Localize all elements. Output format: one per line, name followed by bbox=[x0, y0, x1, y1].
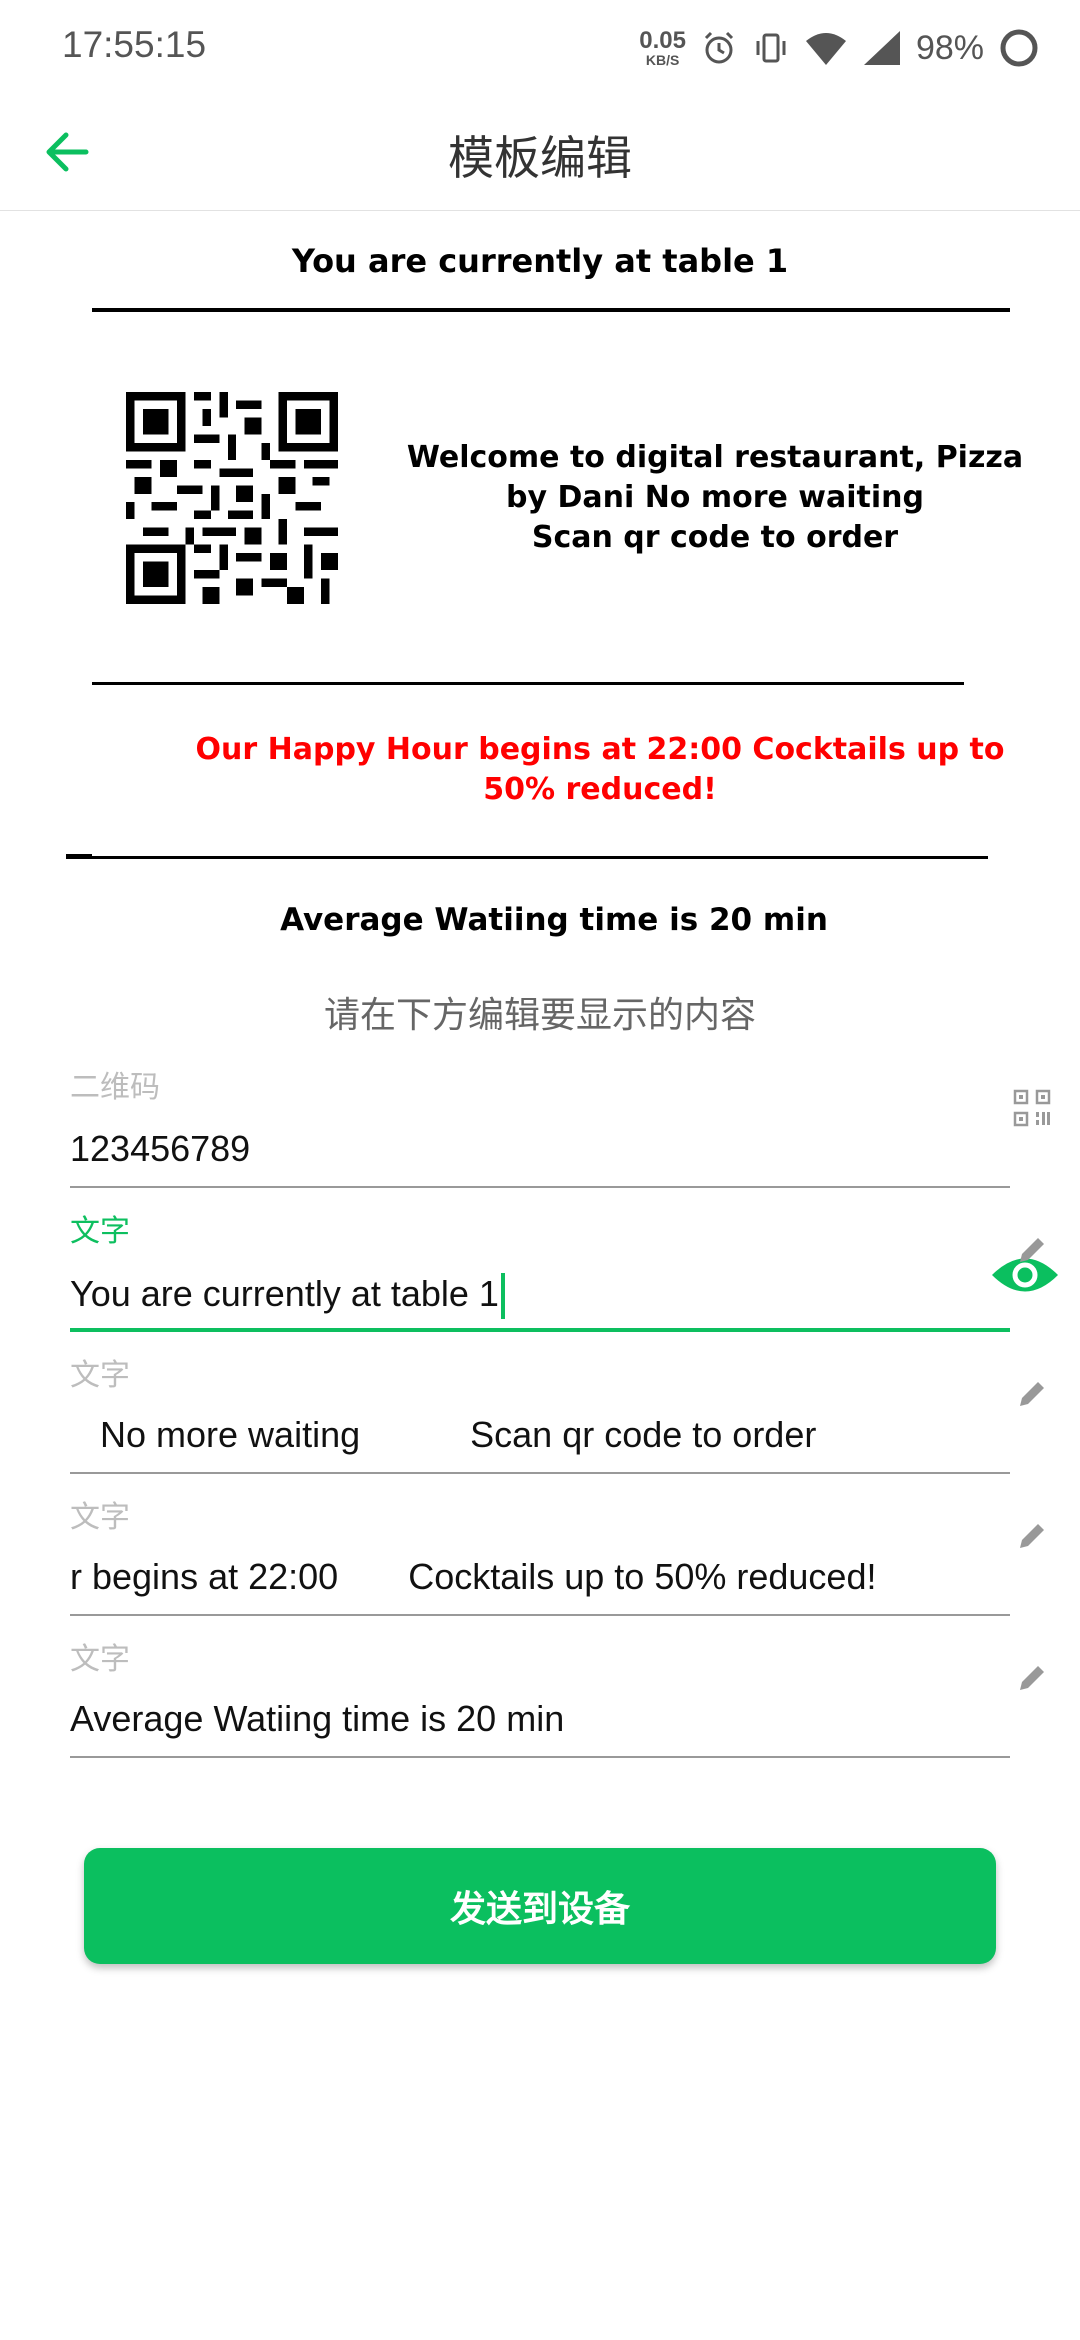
divider-mark bbox=[66, 854, 92, 859]
field-input[interactable]: No more waiting Scan qr code to order bbox=[70, 1414, 970, 1456]
net-speed-unit: KB/S bbox=[645, 52, 680, 68]
alarm-icon bbox=[704, 31, 733, 64]
battery-percent: 98% bbox=[915, 28, 984, 67]
divider bbox=[92, 308, 1010, 312]
net-speed: 0.05 KB/S bbox=[639, 27, 686, 68]
qr-code-image bbox=[126, 392, 338, 604]
field-label: 文字 bbox=[70, 1642, 130, 1677]
text-cursor bbox=[500, 1273, 505, 1320]
preview-welcome-line1: Welcome to digital restaurant, Pizza bbox=[406, 440, 1024, 475]
field-label: 文字 bbox=[70, 1214, 130, 1249]
field-underline bbox=[70, 1614, 1010, 1616]
preview-promo: Our Happy Hour begins at 22:00 Cocktails… bbox=[160, 730, 1040, 810]
field-label: 二维码 bbox=[70, 1070, 160, 1105]
text-field-2[interactable]: 文字 No more waiting Scan qr code to order bbox=[70, 1344, 1010, 1480]
preview-footer: Average Watiing time is 20 min bbox=[280, 902, 828, 938]
pencil-icon[interactable] bbox=[1012, 1516, 1052, 1556]
field-underline bbox=[70, 1186, 1010, 1188]
text-field-3[interactable]: 文字 r begins at 22:00 Cocktails up to 50%… bbox=[70, 1486, 1010, 1622]
qr-code-field[interactable]: 二维码 123456789 bbox=[70, 1056, 1010, 1192]
field-input[interactable]: You are currently at table 1 bbox=[70, 1268, 910, 1320]
divider bbox=[66, 856, 988, 859]
field-input[interactable]: 123456789 bbox=[70, 1128, 970, 1170]
status-icons: 0.05 KB/S 98% bbox=[639, 20, 1040, 76]
preview-welcome-line3: Scan qr code to order bbox=[531, 520, 899, 555]
preview-welcome-line2: by Dani No more waiting bbox=[505, 480, 925, 515]
send-to-device-button[interactable]: 发送到设备 bbox=[84, 1848, 996, 1964]
pencil-icon[interactable] bbox=[1012, 1374, 1052, 1414]
signal-icon bbox=[863, 31, 900, 65]
field-underline bbox=[70, 1756, 1010, 1758]
text-field-4[interactable]: 文字 Average Watiing time is 20 min bbox=[70, 1628, 1010, 1764]
field-underline bbox=[70, 1472, 1010, 1474]
preview-welcome: Welcome to digital restaurant, Pizza by … bbox=[400, 438, 1030, 558]
edit-hint: 请在下方编辑要显示的内容 bbox=[323, 995, 756, 1036]
field-input-text: You are currently at table 1 bbox=[70, 1273, 499, 1314]
app-bar: 模板编辑 bbox=[0, 96, 1080, 211]
preview-promo-line2: 50% reduced! bbox=[483, 772, 717, 807]
vibrate-icon bbox=[756, 33, 786, 63]
field-input[interactable]: r begins at 22:00 Cocktails up to 50% re… bbox=[70, 1556, 970, 1598]
status-bar: 17:55:15 0.05 KB/S 98% bbox=[0, 0, 1080, 96]
field-label: 文字 bbox=[70, 1500, 130, 1535]
divider bbox=[92, 682, 964, 685]
page-title: 模板编辑 bbox=[448, 131, 632, 185]
pencil-icon[interactable] bbox=[1012, 1658, 1052, 1698]
field-underline bbox=[70, 1328, 1010, 1332]
wifi-icon bbox=[805, 33, 846, 65]
preview-promo-line1: Our Happy Hour begins at 22:00 Cocktails… bbox=[195, 732, 1005, 767]
template-preview: You are currently at table 1 Welcome to … bbox=[0, 212, 1080, 952]
status-time: 17:55:15 bbox=[62, 24, 207, 65]
text-field-1[interactable]: 文字 You are currently at table 1 bbox=[70, 1200, 1058, 1336]
net-speed-value: 0.05 bbox=[639, 27, 686, 54]
field-label: 文字 bbox=[70, 1358, 130, 1393]
preview-title: You are currently at table 1 bbox=[291, 242, 789, 280]
pencil-icon[interactable] bbox=[1012, 1230, 1052, 1270]
qr-code-icon[interactable] bbox=[1012, 1088, 1052, 1128]
battery-icon bbox=[1000, 29, 1038, 67]
field-input[interactable]: Average Watiing time is 20 min bbox=[70, 1698, 970, 1740]
